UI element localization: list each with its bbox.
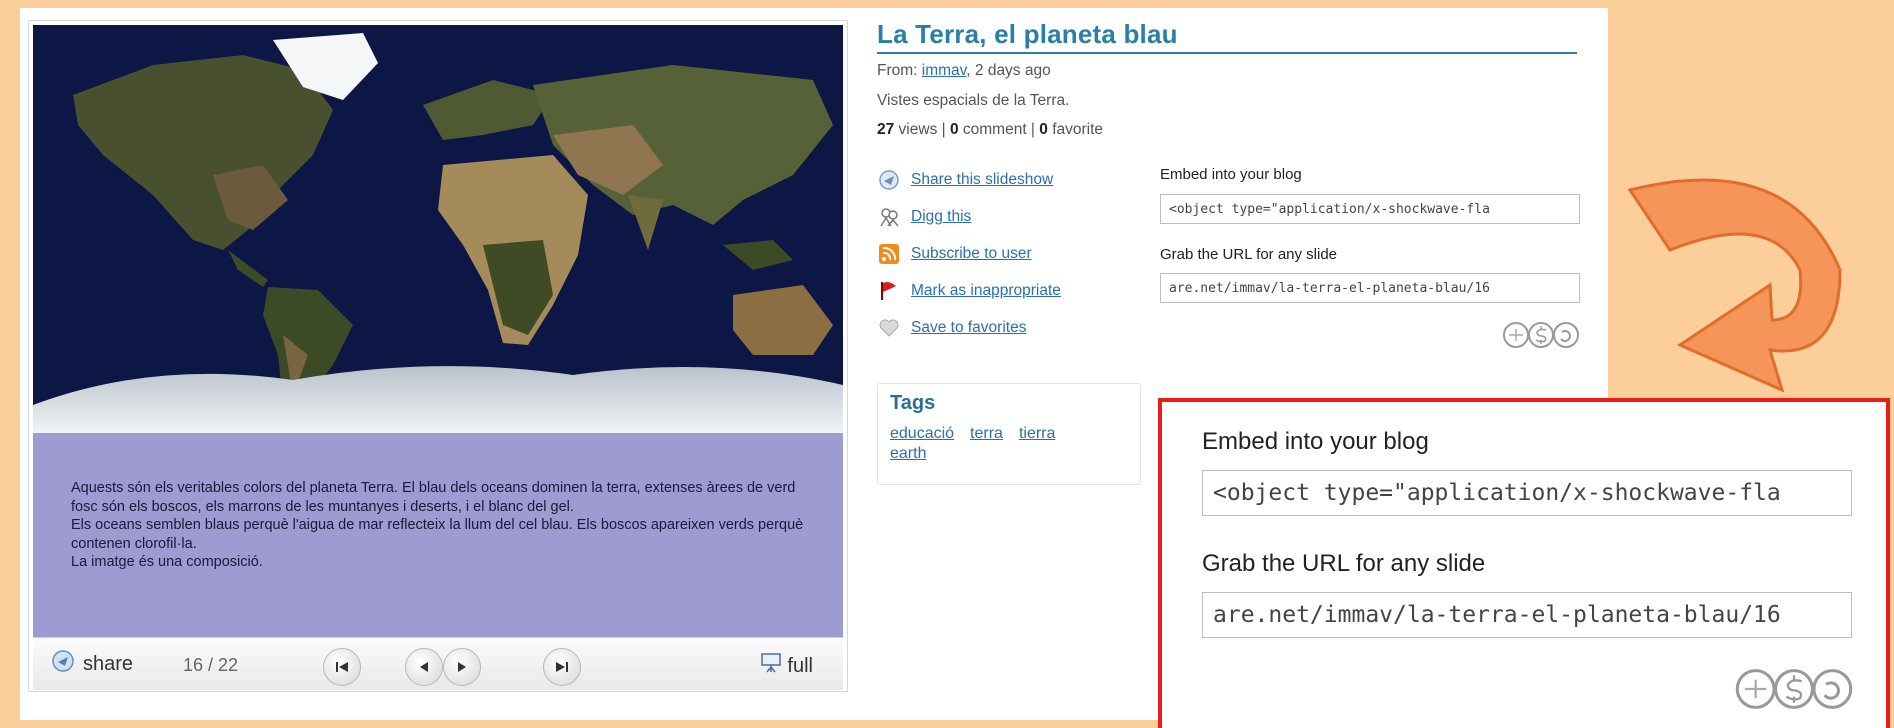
digg-label: Digg this [911,208,972,225]
subscribe-label: Subscribe to user [911,245,1032,262]
share-icon [877,168,901,192]
views-label: views | [894,121,950,138]
slide-caption: Aquests són els veritables colors del pl… [33,433,843,637]
first-slide-button[interactable] [323,648,361,686]
favorites-count: 0 [1039,121,1048,138]
slide-counter: 16 / 22 [183,655,239,675]
flag-icon [877,279,901,303]
tags-box: Tags educació terra tierra earth [877,383,1141,485]
comments-label: comment | [958,121,1040,138]
creative-commons-icon [1502,320,1580,355]
embed-label: Embed into your blog [1160,166,1302,183]
slide-url-input[interactable] [1169,280,1571,296]
share-icon [51,649,75,679]
author-line: From: immav, 2 days ago [877,62,1051,80]
zoomed-creative-commons-icon [1734,666,1854,717]
rss-icon [877,242,901,266]
fullscreen-button[interactable]: full [760,652,813,680]
tag-link[interactable]: tierra [1019,425,1055,442]
tags-title: Tags [890,392,936,414]
world-map-graphic [33,25,843,433]
slide-caption-text: Aquests són els veritables colors del pl… [71,480,804,570]
player-share-label: share [83,652,134,675]
url-label: Grab the URL for any slide [1160,246,1338,263]
zoomed-slide-url-field[interactable] [1202,592,1852,638]
zoomed-embed-label: Embed into your blog [1202,428,1429,455]
tags-list: educació terra tierra earth [890,424,1130,464]
tag-link[interactable]: earth [890,445,926,462]
previous-icon [420,662,428,672]
save-favorites-label: Save to favorites [911,319,1027,336]
next-slide-button[interactable] [443,648,481,686]
embed-code-input[interactable] [1169,201,1571,217]
previous-slide-button[interactable] [405,648,443,686]
slideshow-title: La Terra, el planeta blau [877,19,1178,49]
curved-arrow-icon [1600,160,1870,435]
mark-inappropriate-label: Mark as inappropriate [911,282,1061,299]
from-label: From: [877,62,918,79]
stats-line: 27 views | 0 comment | 0 favorite [877,121,1103,139]
player-controls: share 16 / 22 full [33,637,843,690]
comments-count: 0 [949,121,959,138]
slide-url-field[interactable] [1160,273,1580,303]
views-count: 27 [877,121,895,138]
first-icon [336,662,348,672]
digg-link[interactable]: Digg this [877,205,971,229]
slideshow-description: Vistes espacials de la Terra. [877,92,1070,109]
save-favorites-link[interactable]: Save to favorites [877,316,1026,340]
upload-time: , 2 days ago [966,62,1051,79]
fullscreen-icon [760,652,782,680]
slideshow-player: Aquests són els veritables colors del pl… [28,20,848,692]
zoomed-url-label: Grab the URL for any slide [1202,550,1486,577]
tag-link[interactable]: terra [970,425,1003,442]
share-slideshow-link[interactable]: Share this slideshow [877,168,1053,192]
world-map-image [33,25,843,433]
title-divider [877,52,1577,54]
player-share-button[interactable]: share [51,650,133,678]
last-icon [556,662,568,672]
embed-code-field[interactable] [1160,194,1580,224]
subscribe-link[interactable]: Subscribe to user [877,242,1032,266]
digg-icon [877,205,901,229]
zoomed-embed-code-field[interactable] [1202,470,1852,516]
favorites-label: favorite [1047,121,1104,138]
share-slideshow-label: Share this slideshow [911,171,1054,188]
next-icon [458,662,466,672]
zoomed-slide-url-input[interactable] [1213,602,1841,628]
mark-inappropriate-link[interactable]: Mark as inappropriate [877,279,1061,303]
heart-icon [877,316,901,340]
zoomed-embed-code-input[interactable] [1213,480,1841,506]
author-link[interactable]: immav [922,62,967,79]
last-slide-button[interactable] [543,648,581,686]
zoomed-embed-panel: Embed into your blog Grab the URL for an… [1158,398,1890,728]
fullscreen-label: full [787,654,813,677]
tag-link[interactable]: educació [890,425,954,442]
